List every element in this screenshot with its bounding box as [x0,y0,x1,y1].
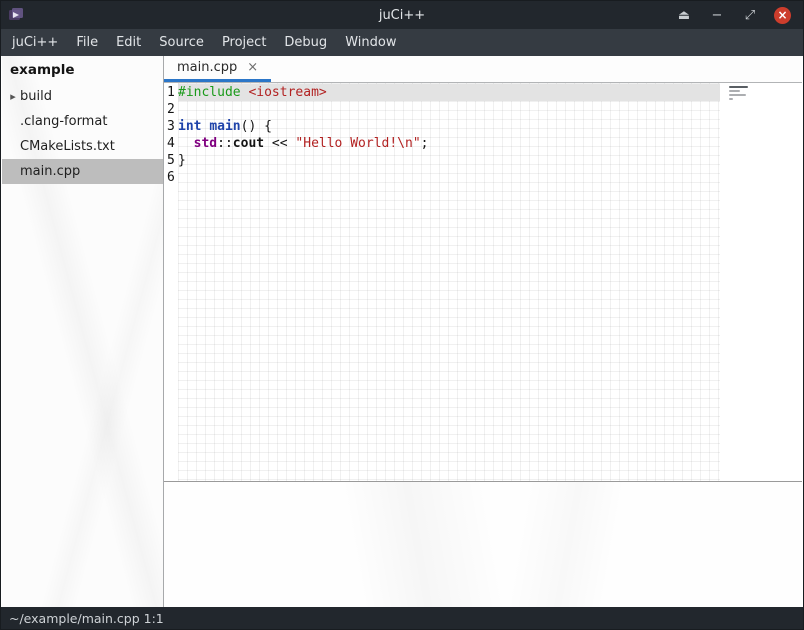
keep-above-button[interactable]: ⏏ [675,6,693,24]
minimap-line [729,98,733,100]
tab-main.cpp[interactable]: main.cpp × [164,56,271,82]
code-token: main [209,119,240,134]
code-line[interactable]: std::cout << "Hello World!\n"; [178,135,720,152]
minimap-line [729,90,740,92]
tab-bar: main.cpp × [164,56,802,83]
code-line[interactable]: } [178,152,720,169]
menu-item-debug[interactable]: Debug [275,29,336,56]
restore-button[interactable]: ⤢ [741,6,759,24]
app-icon [7,6,25,24]
line-number: 5 [167,152,178,169]
source-minimap[interactable] [729,86,751,102]
editor-panel: main.cpp× 123456 #include <iostream>int … [164,56,802,607]
menu-item-window[interactable]: Window [336,29,405,56]
juci-window: { "window": { "title": "juCi++", "contro… [0,0,804,630]
menu-item-source[interactable]: Source [150,29,213,56]
code-token: <iostream> [248,85,326,100]
tree-item-label: build [18,89,52,104]
code-token: () { [241,119,272,134]
tree-item-.clang-format[interactable]: .clang-format [2,109,163,134]
tree-item-label: main.cpp [18,164,80,179]
code-token: std [194,136,217,151]
status-file-location: ~/example/main.cpp 1:1 [9,611,164,626]
minimize-button[interactable]: − [708,6,726,24]
menu-item-file[interactable]: File [67,29,107,56]
tab-close-icon[interactable]: × [247,60,258,75]
line-number: 2 [167,101,178,118]
code-token [178,136,194,151]
source-editor[interactable]: 123456 #include <iostream>int main() { s… [164,83,802,482]
code-line[interactable]: int main() { [178,118,720,135]
tree-item-cmakelists.txt[interactable]: CMakeLists.txt [2,134,163,159]
code-line[interactable] [178,169,720,186]
code-token: ; [421,136,429,151]
window-controls: ⏏−⤢ × [675,6,803,24]
code-line[interactable] [178,101,720,118]
code-token: } [178,153,186,168]
code-token: :: [217,136,233,151]
file-tree-panel: example ▸build .clang-format CMakeLists.tx… [2,56,164,607]
line-number: 1 [167,84,178,101]
tree-item-label: .clang-format [18,114,107,129]
minimap-line [729,94,746,96]
code-token: "Hello World!\n" [295,136,420,151]
code-line[interactable]: #include <iostream> [178,84,720,101]
menu-item-juci[interactable]: juCi++ [3,29,67,56]
code-area[interactable]: #include <iostream>int main() { std::cou… [178,83,720,481]
project-folder-label: example [2,56,163,84]
expander-icon[interactable]: ▸ [2,90,18,103]
tree-item-main.cpp[interactable]: main.cpp [2,159,163,184]
menu-item-project[interactable]: Project [213,29,275,56]
output-terminal-pane[interactable] [164,482,802,607]
title-bar[interactable]: juCi++ ⏏−⤢× [1,1,803,29]
code-token: #include [178,85,241,100]
gutter: 123456 [164,83,178,481]
line-number: 6 [167,169,178,186]
tree-item-build[interactable]: ▸build [2,84,163,109]
menu-item-edit[interactable]: Edit [107,29,150,56]
main-area: example ▸build .clang-format CMakeLists.tx… [2,56,802,607]
code-token: << [264,136,295,151]
line-number: 4 [167,135,178,152]
code-token: cout [233,136,264,151]
minimap-line [729,86,748,88]
close-button[interactable]: × [774,7,791,24]
code-token: int [178,119,201,134]
tree-item-label: CMakeLists.txt [18,139,115,154]
file-tree: ▸build .clang-format CMakeLists.txt main.cp… [2,84,163,184]
status-bar: ~/example/main.cpp 1:1 [1,607,803,629]
tab-label: main.cpp [177,60,237,75]
menu-bar: juCi++FileEditSourceProjectDebugWindow [1,29,803,56]
line-number: 3 [167,118,178,135]
